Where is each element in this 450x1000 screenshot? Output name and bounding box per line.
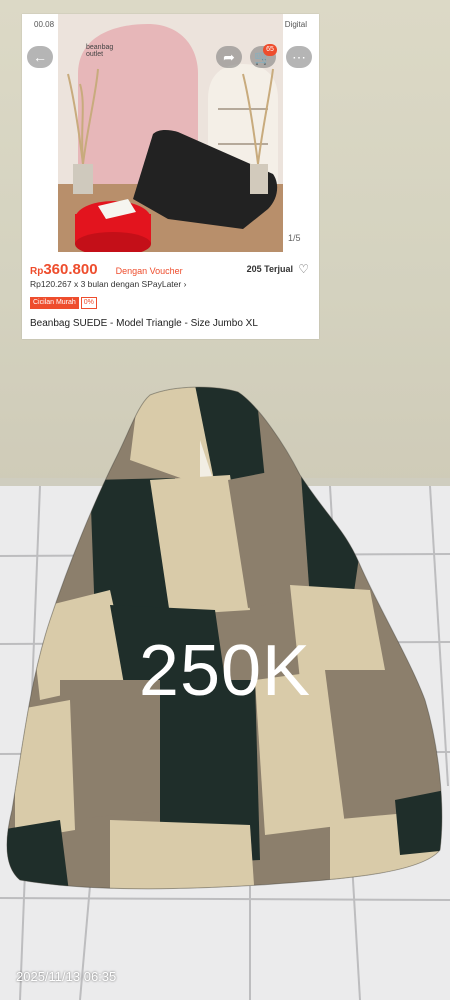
status-time: 00.08 [34,20,55,29]
overlay-price-text: 250K [138,631,312,711]
product-title: Beanbag SUEDE - Model Triangle - Size Ju… [30,318,258,329]
promo-tags: Cicilan Murah 0% [30,297,97,309]
voucher-label[interactable]: Dengan Voucher [116,266,183,276]
tag-cicilan: Cicilan Murah [30,297,79,309]
back-arrow-icon[interactable]: ← [27,46,53,68]
price-value: 360.800 [43,261,98,278]
sold-count: 205 Terjual [246,264,293,274]
image-counter: 1/5 [288,233,301,243]
more-icon[interactable]: ⋯ [286,46,312,68]
installment-info[interactable]: Rp120.267 x 3 bulan dengan SPayLater › [30,279,186,289]
heart-icon[interactable]: ♡ [298,262,309,276]
price-row: Rp360.800 Dengan Voucher 205 Terjual ♡ [30,261,315,279]
cart-count-badge: 65 [263,44,277,56]
embedded-product-screenshot: 00.08 Digital ← ➦ 🛒 65 ⋯ beanbag outlet … [22,14,319,339]
price-currency: Rp [30,266,44,277]
status-carrier: Digital [284,20,307,29]
tag-percent: 0% [80,297,97,309]
status-bar: 00.08 Digital [22,18,319,32]
photo-timestamp: 2025/11/13 06:35 [16,969,117,984]
share-icon[interactable]: ➦ [216,46,242,68]
brand-logo-text: beanbag outlet [86,44,114,58]
